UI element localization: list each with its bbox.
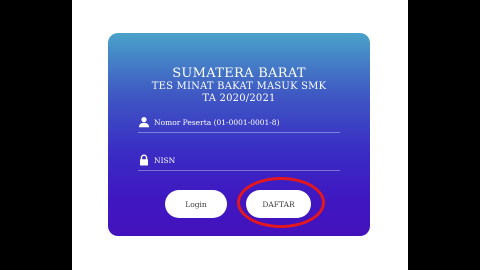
participant-number-input[interactable] bbox=[154, 114, 340, 130]
nisn-field bbox=[138, 152, 340, 171]
participant-number-field bbox=[138, 114, 340, 133]
login-button[interactable]: Login bbox=[165, 190, 227, 218]
lock-icon bbox=[138, 154, 150, 166]
card-title-year: TA 2020/2021 bbox=[202, 93, 276, 104]
register-button[interactable]: DAFTAR bbox=[246, 190, 311, 218]
left-letterbox-bar bbox=[0, 0, 72, 270]
right-letterbox-bar bbox=[408, 0, 480, 270]
card-title-region: SUMATERA BARAT bbox=[172, 66, 306, 81]
card-title-exam: TES MINAT BAKAT MASUK SMK bbox=[151, 81, 327, 92]
login-card: SUMATERA BARAT TES MINAT BAKAT MASUK SMK… bbox=[108, 33, 370, 236]
user-icon bbox=[138, 116, 150, 128]
nisn-input[interactable] bbox=[154, 152, 340, 168]
